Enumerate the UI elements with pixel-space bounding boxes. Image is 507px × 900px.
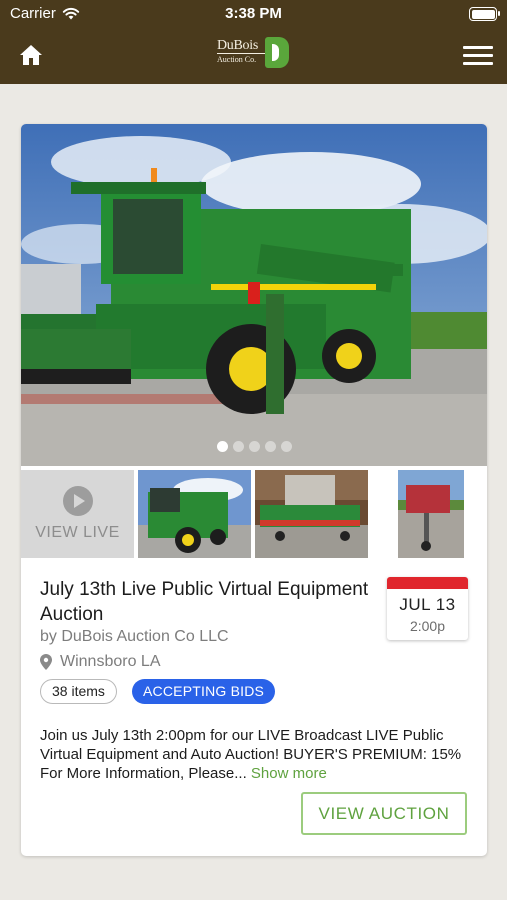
status-badge: ACCEPTING BIDS [132, 679, 276, 704]
thumbnail-cart[interactable] [372, 470, 487, 558]
thumbnail-strip: VIEW LIVE [21, 470, 487, 558]
hero-photo [21, 124, 487, 466]
home-icon [20, 45, 42, 65]
thumbnail-header[interactable] [255, 470, 368, 558]
items-count-badge: 38 items [40, 679, 117, 704]
carousel-dot-1[interactable] [216, 441, 228, 452]
hero-image-combine[interactable] [21, 124, 487, 466]
dubois-logo: DuBois Auction Co. [217, 36, 291, 70]
view-live-label: VIEW LIVE [35, 524, 120, 541]
location-label: Winnsboro LA [60, 653, 161, 670]
auction-card[interactable]: VIEW LIVE July 13th Live Public Virtual … [21, 124, 487, 856]
carousel-dots [21, 441, 487, 452]
battery-icon [469, 7, 500, 21]
auction-title[interactable]: July 13th Live Public Virtual Equipment … [40, 577, 370, 627]
seller-name: by DuBois Auction Co LLC [40, 628, 229, 645]
auction-description: Join us July 13th 2:00pm for our LIVE Br… [40, 726, 472, 783]
calendar-date: JUL 13 [399, 595, 456, 614]
thumbnail-combine[interactable] [138, 470, 251, 558]
logo-text: DuBois [217, 38, 258, 53]
logo-badge [265, 37, 289, 68]
calendar-time: 2:00p [409, 618, 446, 634]
calendar-badge: JUL 13 2:00p [387, 577, 468, 640]
play-icon [62, 486, 93, 516]
clock: 3:38 PM [225, 5, 282, 22]
calendar-band [387, 577, 468, 589]
carousel-dot-5[interactable] [280, 441, 292, 452]
carousel-dot-3[interactable] [248, 441, 260, 452]
nav-bar: DuBois Auction Co. [0, 28, 507, 84]
location-pin-icon [40, 654, 52, 670]
view-live-button[interactable]: VIEW LIVE [21, 470, 134, 558]
status-bar: Carrier 3:38 PM [0, 0, 507, 28]
location: Winnsboro LA [40, 653, 161, 671]
home-button[interactable] [14, 38, 48, 72]
view-auction-button[interactable]: VIEW AUCTION [301, 792, 467, 835]
carousel-dot-4[interactable] [264, 441, 276, 452]
show-more-link[interactable]: Show more [251, 765, 327, 782]
carousel-dot-2[interactable] [232, 441, 244, 452]
hamburger-menu-icon[interactable] [463, 40, 493, 70]
logo-subtext: Auction Co. [217, 55, 257, 64]
